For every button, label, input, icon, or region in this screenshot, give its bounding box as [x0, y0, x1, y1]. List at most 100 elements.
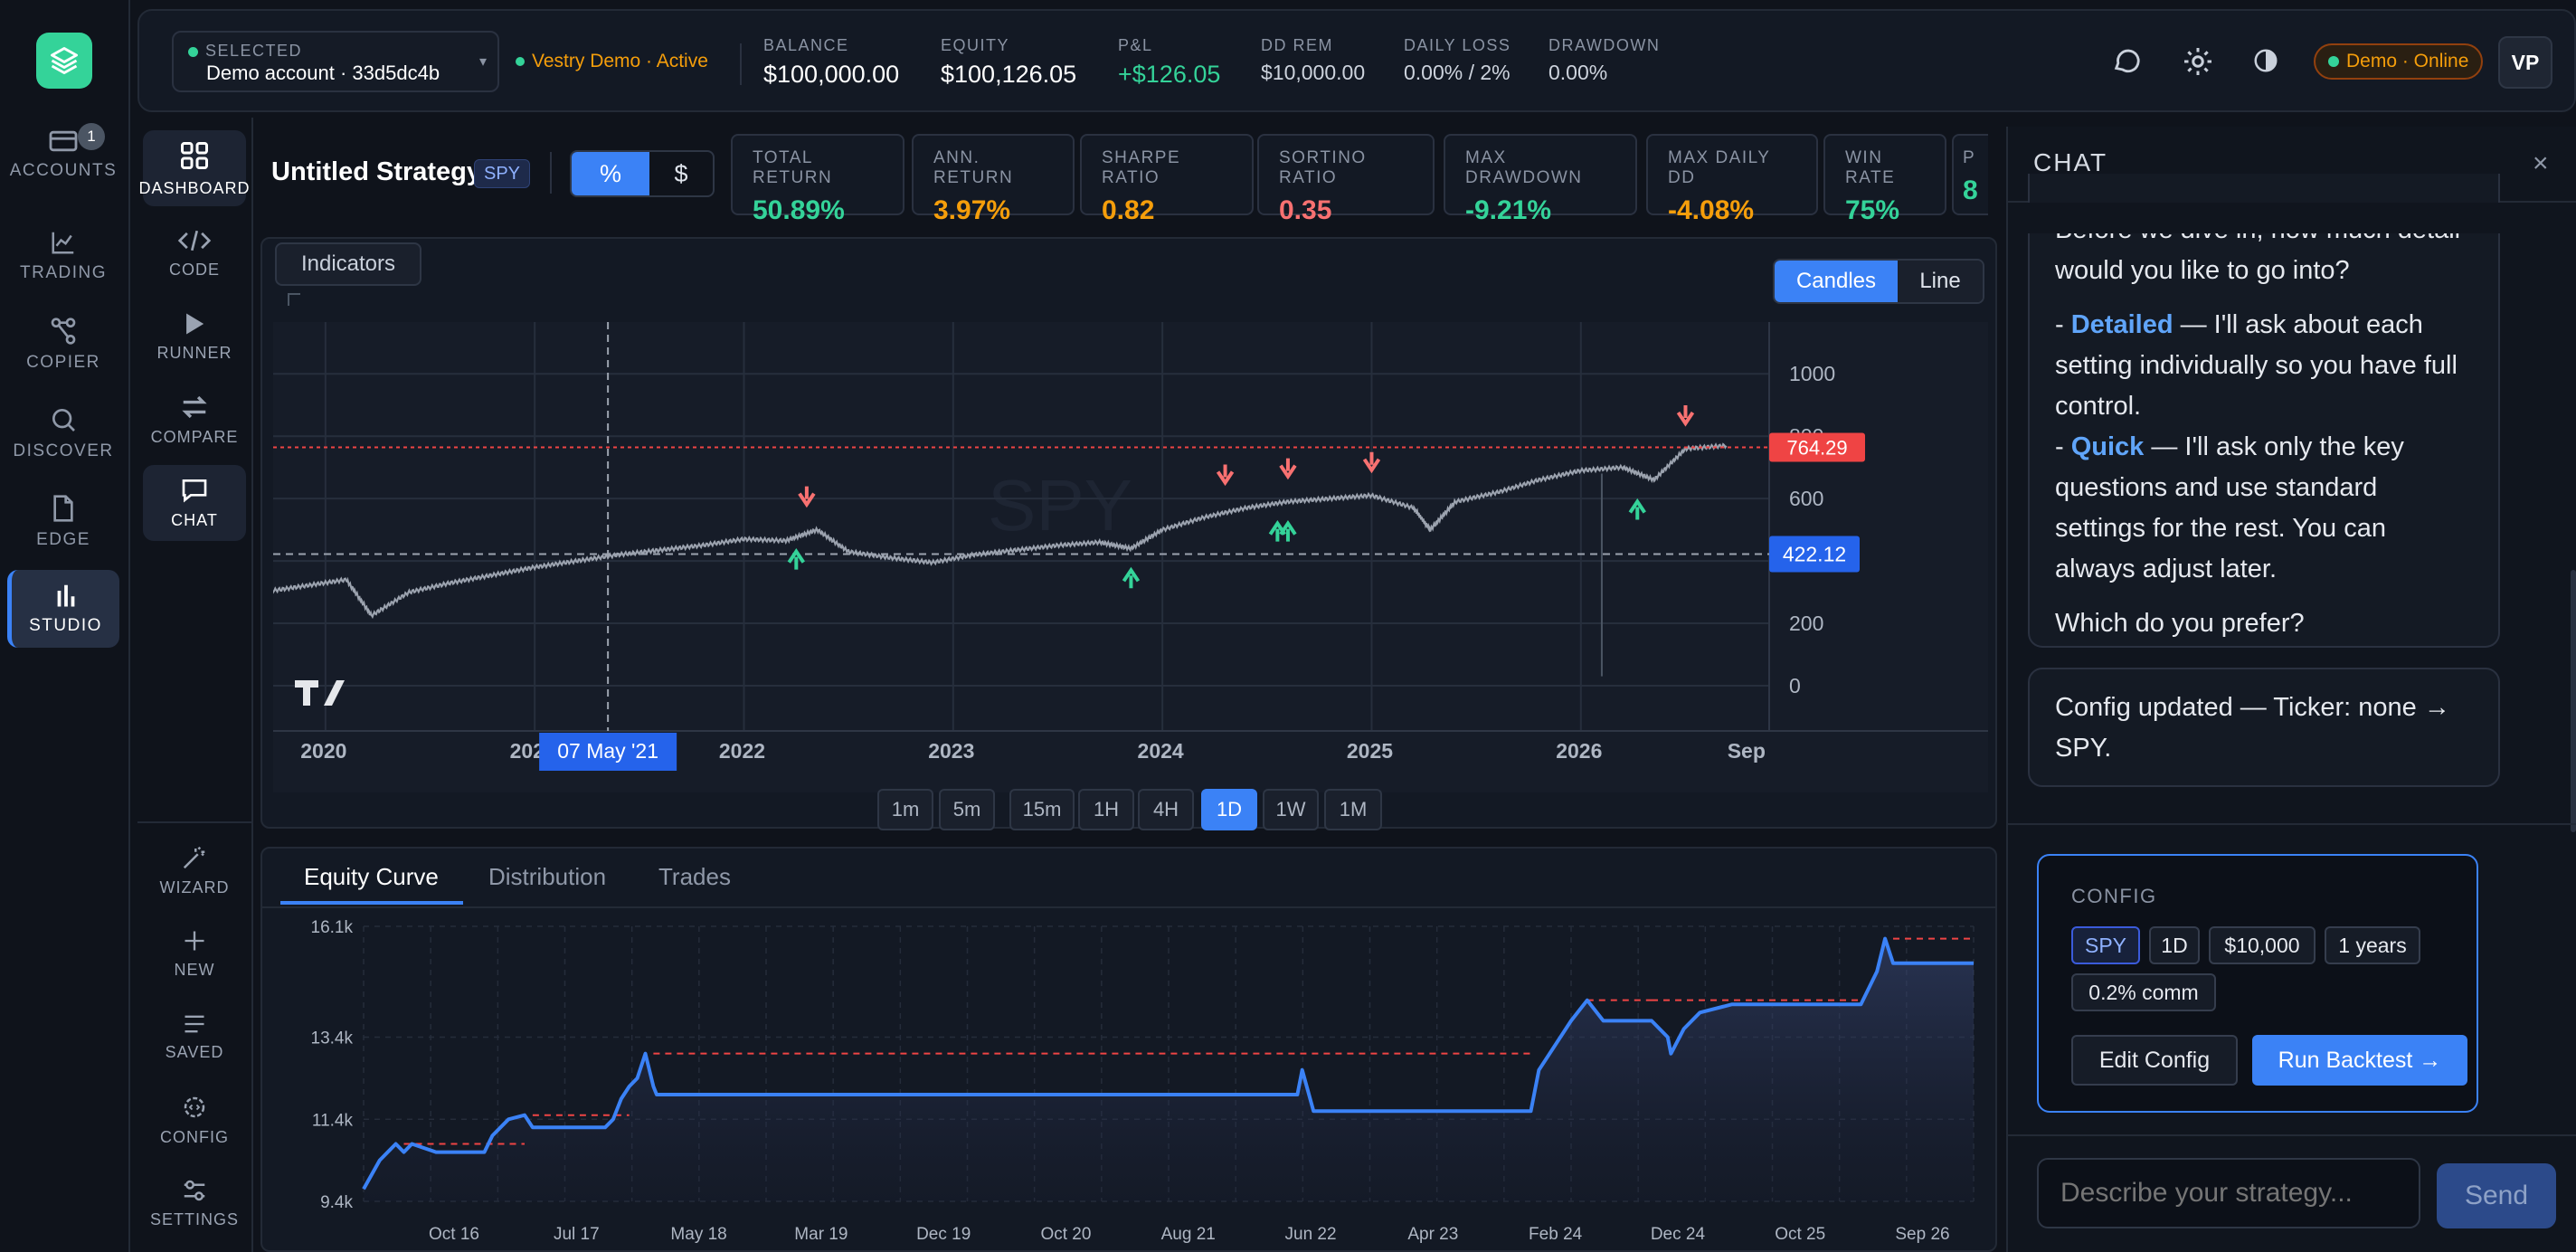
metric-truncated: P8: [1952, 134, 1988, 215]
chevron-down-icon: ▾: [478, 54, 487, 70]
sidebar-item-trading[interactable]: TRADING: [7, 217, 119, 295]
edit-config-button[interactable]: Edit Config: [2071, 1035, 2238, 1086]
scrollbar[interactable]: [2571, 570, 2576, 832]
timeframe-1w[interactable]: 1W: [1263, 789, 1319, 830]
x-tick-label: Oct 16: [429, 1225, 479, 1244]
last-price-label: 764.29: [1786, 437, 1847, 460]
studio-nav-dashboard[interactable]: DASHBOARD: [138, 130, 250, 206]
app-logo[interactable]: [36, 33, 92, 89]
sidebar-item-studio[interactable]: STUDIO: [7, 570, 119, 648]
kpi-pnl: P&L +$126.05: [1118, 36, 1221, 88]
timeframe-15m[interactable]: 15m: [1009, 789, 1075, 830]
chat-icon[interactable]: [2111, 45, 2142, 76]
connection-status-badge: Demo · Online: [2314, 43, 2484, 80]
chat-panel: CHAT × Before we dive in, how much detai…: [2006, 127, 2576, 1252]
expand-icon[interactable]: [288, 293, 300, 306]
kpi-daily-loss: DAILY LOSS 0.00% / 2%: [1404, 36, 1511, 84]
studio-nav-saved[interactable]: SAVED: [143, 999, 246, 1075]
y-tick-label: 9.4k: [320, 1193, 353, 1212]
sidebar-item-label: STUDIO: [29, 616, 102, 635]
chat-divider: [2008, 823, 2576, 825]
assistant-message: Config updated — Ticker: none → SPY.: [2028, 668, 2500, 787]
studio-nav-new[interactable]: NEW: [143, 915, 246, 991]
percent-toggle-button[interactable]: %: [572, 152, 649, 195]
account-topbar: SELECTED Demo account · 33d5dc4b ▾ Vestr…: [137, 9, 2576, 112]
document-icon: [53, 495, 73, 522]
timeframe-1d[interactable]: 1D: [1201, 789, 1257, 830]
divider: [550, 152, 552, 194]
metric-sortino: SORTINO RATIO 0.35: [1257, 134, 1435, 225]
dollar-toggle-button[interactable]: $: [649, 152, 713, 195]
x-tick-label: 2024: [1138, 739, 1184, 763]
timeframe-5m[interactable]: 5m: [939, 789, 995, 830]
studio-nav-runner[interactable]: RUNNER: [143, 299, 246, 375]
config-chip-commission[interactable]: 0.2% comm: [2071, 973, 2216, 1011]
theme-toggle-icon[interactable]: [2252, 47, 2279, 74]
studio-nav-label: WIZARD: [159, 877, 230, 896]
line-button[interactable]: Line: [1898, 261, 1983, 302]
sidebar-item-label: ACCOUNTS: [9, 161, 118, 180]
equity-panel: Equity Curve Distribution Trades 16.1k 13…: [260, 847, 1997, 1252]
studio-nav-config[interactable]: CONFIG: [143, 1082, 246, 1158]
option-quick[interactable]: Quick: [2071, 432, 2145, 461]
candles-button[interactable]: Candles: [1775, 261, 1898, 302]
x-tick-label: 2023: [928, 739, 974, 763]
config-chip-timeframe[interactable]: 1D: [2149, 926, 2200, 964]
chat-icon: [182, 479, 207, 502]
chat-input[interactable]: [2037, 1158, 2420, 1228]
sidebar-item-discover[interactable]: DISCOVER: [7, 394, 119, 472]
gear-icon[interactable]: [2182, 45, 2214, 78]
metric-ann-return: ANN. RETURN 3.97%: [912, 134, 1075, 225]
x-tick-label: Aug 21: [1161, 1225, 1216, 1244]
timeframe-4h[interactable]: 4H: [1138, 789, 1194, 830]
accounts-badge: 1: [78, 123, 105, 150]
sliders-icon: [184, 1180, 205, 1200]
timeframe-1mo[interactable]: 1M: [1324, 789, 1382, 830]
tab-distribution[interactable]: Distribution: [488, 863, 606, 891]
x-tick-label: Sep: [1728, 739, 1766, 763]
timeframe-1h[interactable]: 1H: [1078, 789, 1134, 830]
server-status: Vestry Demo · Active: [516, 51, 708, 72]
option-detailed[interactable]: Detailed: [2071, 310, 2174, 339]
avatar[interactable]: VP: [2498, 36, 2552, 89]
kpi-equity: EQUITY $100,126.05: [941, 36, 1077, 88]
strategy-name[interactable]: Untitled Strategy: [271, 157, 481, 187]
account-selector[interactable]: SELECTED Demo account · 33d5dc4b ▾: [172, 31, 499, 92]
server-status-text: Vestry Demo · Active: [532, 51, 708, 71]
x-tick-label: Jul 17: [554, 1225, 600, 1244]
studio-nav-settings[interactable]: SETTINGS: [143, 1165, 246, 1241]
price-chart[interactable]: SPY10008006004002000764.29422.1220202021…: [273, 322, 1988, 792]
sidebar-item-copier[interactable]: COPIER: [7, 306, 119, 384]
y-tick-label: 16.1k: [311, 918, 354, 937]
wallet-icon: [49, 130, 78, 152]
equity-chart[interactable]: 16.1k 13.4k 11.4k 9.4k Oct 16 Jul 17 May 18 Mar…: [262, 915, 1995, 1250]
kpi-drawdown: DRAWDOWN 0.00%: [1548, 36, 1661, 84]
send-button[interactable]: Send: [2437, 1163, 2556, 1228]
indicators-button[interactable]: Indicators: [275, 242, 421, 286]
chart-background: [273, 322, 1988, 792]
studio-nav-wizard[interactable]: WIZARD: [143, 832, 246, 908]
config-chip-capital[interactable]: $10,000: [2209, 926, 2316, 964]
sidebar-item-label: EDGE: [36, 530, 90, 549]
divider: [740, 43, 742, 85]
sidebar-item-edge[interactable]: EDGE: [7, 483, 119, 561]
studio-nav-label: RUNNER: [156, 343, 232, 362]
bar-chart-icon: [57, 584, 74, 607]
studio-nav-chat[interactable]: CHAT: [143, 465, 246, 541]
config-chip-period[interactable]: 1 years: [2325, 926, 2420, 964]
close-icon[interactable]: ×: [2533, 148, 2549, 179]
sidebar-item-label: TRADING: [20, 263, 107, 282]
config-chip-ticker[interactable]: SPY: [2071, 926, 2140, 964]
unit-toggle: % $: [570, 150, 715, 197]
studio-nav-code[interactable]: CODE: [143, 215, 246, 291]
metric-win-rate: WIN RATE 75%: [1823, 134, 1946, 225]
studio-nav-compare[interactable]: COMPARE: [143, 382, 246, 458]
tab-divider: [262, 906, 1995, 908]
timeframe-1m[interactable]: 1m: [877, 789, 933, 830]
tab-trades[interactable]: Trades: [658, 863, 731, 891]
sidebar-item-accounts[interactable]: ACCOUNTS 1: [7, 116, 119, 194]
tab-equity-curve[interactable]: Equity Curve: [304, 863, 439, 891]
studio-sidebar: DASHBOARD CODE RUNNER COMPARE CHAT WIZAR…: [137, 118, 253, 1252]
run-backtest-button[interactable]: Run Backtest →: [2252, 1035, 2467, 1086]
ticker-badge: SPY: [474, 159, 531, 188]
